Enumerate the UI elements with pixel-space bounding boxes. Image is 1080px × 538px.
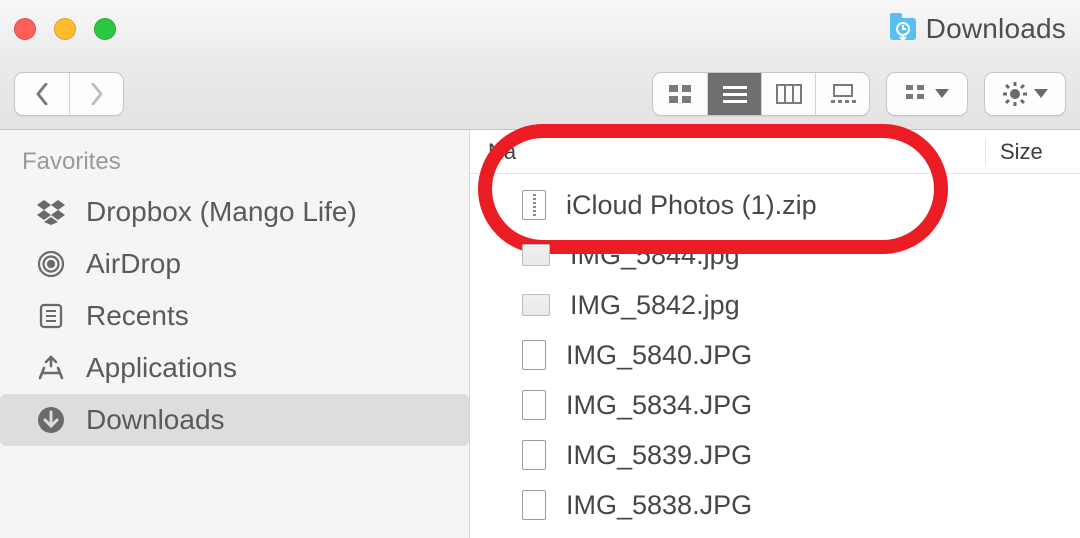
chevron-down-icon [1034,89,1048,98]
toolbar [0,58,1080,130]
view-list-button[interactable] [707,73,761,115]
dropbox-icon [34,195,68,229]
column-header-name-label: Na [488,139,516,164]
window-title: Downloads [926,13,1066,45]
window-controls [14,18,116,40]
sidebar-item-label: Dropbox (Mango Life) [86,196,357,228]
file-list-pane: Na Size iCloud Photos (1).zip IMG_5844.j… [470,130,1080,538]
back-button[interactable] [15,73,69,115]
view-column-button[interactable] [761,73,815,115]
sidebar-item-downloads[interactable]: Downloads [0,394,469,446]
sidebar-item-dropbox[interactable]: Dropbox (Mango Life) [0,186,469,238]
action-menu[interactable] [984,72,1066,116]
action-button[interactable] [985,73,1065,115]
file-row[interactable]: IMG_5834.JPG [470,380,1080,430]
sidebar-item-label: AirDrop [86,248,181,280]
downloads-icon [34,403,68,437]
folder-icon [890,18,916,40]
file-row[interactable]: iCloud Photos (1).zip [470,180,1080,230]
recents-icon [34,299,68,333]
file-icon [522,340,546,370]
file-icon [522,440,546,470]
file-row[interactable]: IMG_5844.jpg [470,230,1080,280]
view-gallery-button[interactable] [815,73,869,115]
sidebar: Favorites Dropbox (Mango Life) AirDrop R… [0,130,470,538]
sidebar-item-airdrop[interactable]: AirDrop [0,238,469,290]
sidebar-item-label: Downloads [86,404,225,436]
view-icon-button[interactable] [653,73,707,115]
sidebar-item-applications[interactable]: Applications [0,342,469,394]
file-rows: iCloud Photos (1).zip IMG_5844.jpg IMG_5… [470,174,1080,538]
file-name: IMG_5838.JPG [566,490,752,521]
airdrop-icon [34,247,68,281]
column-headers: Na Size [470,130,1080,174]
titlebar: Downloads [0,0,1080,58]
column-header-size-label: Size [1000,139,1043,164]
forward-button[interactable] [69,73,123,115]
zoom-window-button[interactable] [94,18,116,40]
sidebar-section-header: Favorites [0,148,469,186]
chevron-down-icon [935,89,949,98]
file-name: IMG_5844.jpg [570,240,740,271]
close-window-button[interactable] [14,18,36,40]
arrange-button[interactable] [887,73,967,115]
image-file-icon [522,294,550,316]
file-row[interactable]: IMG_5842.jpg [470,280,1080,330]
file-row[interactable]: IMG_5838.JPG [470,480,1080,530]
file-icon [522,490,546,520]
column-header-name[interactable]: Na [470,139,985,165]
file-name: IMG_5840.JPG [566,340,752,371]
arrange-menu[interactable] [886,72,968,116]
file-name: iCloud Photos (1).zip [566,190,817,221]
minimize-window-button[interactable] [54,18,76,40]
applications-icon [34,351,68,385]
sidebar-item-recents[interactable]: Recents [0,290,469,342]
file-row[interactable]: IMG_5839.JPG [470,430,1080,480]
image-file-icon [522,244,550,266]
nav-buttons [14,72,124,116]
file-name: IMG_5834.JPG [566,390,752,421]
zip-file-icon [522,190,546,220]
file-name: IMG_5839.JPG [566,440,752,471]
file-name: IMG_5842.jpg [570,290,740,321]
file-icon [522,390,546,420]
file-row[interactable]: IMG_5840.JPG [470,330,1080,380]
sidebar-item-label: Applications [86,352,237,384]
view-switcher [652,72,870,116]
sidebar-item-label: Recents [86,300,189,332]
column-header-size[interactable]: Size [985,139,1080,165]
